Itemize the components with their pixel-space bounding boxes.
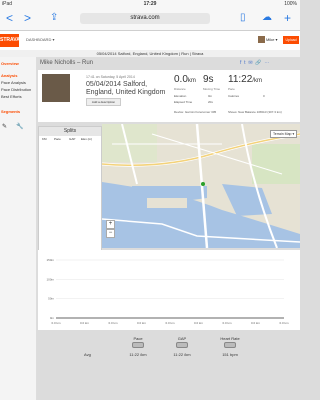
y-tick-label: 100m: [46, 277, 54, 281]
page-tab-title: 05/04/2014 Salford, England, United King…: [0, 50, 300, 58]
splits-col-pace: Pace: [54, 137, 61, 141]
avg-hr-value: 151 bpm: [222, 352, 238, 357]
status-bar: iPad 17:29 100%: [0, 0, 300, 9]
user-menu[interactable]: Mike ▾: [266, 37, 278, 42]
sidebar-item-analysis[interactable]: Analysis: [1, 73, 17, 78]
page-title-text: 05/04/2014 Salford, England, United King…: [96, 51, 204, 56]
back-icon[interactable]: <: [6, 11, 13, 25]
activity-name[interactable]: 05/04/2014 Salford, England, United King…: [86, 81, 168, 97]
shoes-info: Shoes: New Balance 1080v3 (307.3 km): [228, 110, 282, 114]
pace-value: 11:22/km: [228, 74, 262, 85]
more-icon[interactable]: ⋯: [264, 60, 269, 66]
y-tick-label: 50m: [48, 297, 54, 301]
y-tick-label: 150m: [46, 258, 54, 262]
edit-icon[interactable]: ✎: [2, 123, 7, 130]
twitter-icon[interactable]: t: [244, 60, 245, 66]
splits-col-elev: Elev (m): [81, 137, 93, 141]
x-tick-label: 0.0 km: [279, 321, 289, 325]
zoom-out-button[interactable]: −: [106, 229, 115, 238]
legend-gap-label: GAP: [177, 336, 187, 341]
sidebar-item-overview[interactable]: Overview: [1, 61, 19, 66]
x-tick-label: 0.0 km: [165, 321, 175, 325]
bookmarks-icon[interactable]: ▯: [240, 11, 246, 25]
share-icon[interactable]: ⇪: [50, 11, 58, 25]
sidebar-item-pace-distribution[interactable]: Pace Distribution: [1, 87, 31, 92]
moving-time-label: Moving Time: [203, 87, 221, 91]
splits-header-row: KM Pace GAP Elev (m): [39, 137, 101, 143]
sidebar-item-segments[interactable]: Segments: [1, 109, 20, 114]
elevation-value: 0m: [208, 94, 213, 98]
site-header: STRAVA DASHBOARD ▾ Mike ▾ Upload: [0, 31, 300, 51]
avatar[interactable]: [258, 36, 265, 43]
route-map[interactable]: Terrain Map ▾ + −: [102, 124, 300, 248]
legend-pace[interactable]: Pace: [123, 336, 153, 349]
sidebar-item-best-efforts[interactable]: Best Efforts: [1, 94, 22, 99]
browser-toolbar: < > ⇪ strava.com ▯ ☁ +: [0, 9, 300, 31]
share-buttons: f t ✉ 🔗 ⋯: [240, 60, 269, 66]
avg-gap-value: 11:22 /km: [173, 352, 191, 357]
facebook-icon[interactable]: f: [240, 60, 241, 66]
forward-icon[interactable]: >: [24, 11, 31, 25]
legend-heart-rate[interactable]: Heart Rate: [212, 336, 248, 349]
splits-title: Splits: [39, 127, 101, 136]
toggle-icon[interactable]: [132, 342, 144, 348]
terrain-map-dropdown[interactable]: Terrain Map ▾: [270, 130, 298, 138]
clock: 17:29: [143, 1, 157, 7]
url-bar[interactable]: strava.com: [80, 13, 210, 24]
add-description-button[interactable]: Add a description: [86, 98, 121, 106]
athlete-photo[interactable]: [42, 74, 70, 102]
sidebar: Overview Analysis Pace Analysis Pace Dis…: [0, 57, 37, 400]
battery-level: 100%: [284, 1, 297, 7]
calories-value: 0: [263, 94, 265, 98]
distance-value: 0.0km: [174, 74, 196, 85]
map-graphic: [102, 124, 300, 248]
toggle-icon[interactable]: [224, 342, 236, 348]
x-tick-label: 0.0 km: [222, 321, 232, 325]
wrench-icon[interactable]: 🔧: [16, 123, 23, 130]
device-info: Device: Garmin Forerunner 305: [174, 110, 217, 114]
activity-heading: Mike Nicholls – Run: [40, 60, 94, 66]
x-tick-label: 0.0 km: [194, 321, 204, 325]
email-icon[interactable]: ✉: [248, 60, 252, 66]
pace-label: Pace: [228, 87, 235, 91]
elevation-chart: 150m 100m 50m 0m 0.0 km 0.0 km 0.0 km 0.0 km 0.0…: [38, 250, 300, 330]
y-tick-label: 0m: [50, 316, 55, 320]
toggle-icon[interactable]: [176, 342, 188, 348]
x-tick-label: 0.0 km: [51, 321, 61, 325]
dashboard-menu[interactable]: DASHBOARD ▾: [26, 37, 54, 42]
calories-label: Calories: [228, 94, 240, 98]
distance-label: Distance: [174, 87, 186, 91]
sidebar-item-pace-analysis[interactable]: Pace Analysis: [1, 80, 26, 85]
elapsed-label: Elapsed Time: [174, 100, 193, 104]
elapsed-value: 20s: [208, 100, 213, 104]
avg-pace-value: 11:22 /km: [129, 352, 147, 357]
splits-panel: Splits KM Pace GAP Elev (m): [38, 126, 102, 254]
cloud-tabs-icon[interactable]: ☁: [262, 11, 272, 25]
elevation-label: Elevation: [174, 94, 187, 98]
link-icon[interactable]: 🔗: [255, 60, 261, 66]
splits-col-gap: GAP: [69, 137, 76, 141]
x-tick-label: 0.0 km: [80, 321, 90, 325]
new-tab-icon[interactable]: +: [284, 11, 291, 25]
legend-gap[interactable]: GAP: [167, 336, 197, 349]
x-tick-label: 0.0 km: [251, 321, 261, 325]
avg-label: Avg: [84, 352, 91, 357]
legend-pace-label: Pace: [133, 336, 143, 341]
zoom-in-button[interactable]: +: [106, 220, 115, 229]
x-tick-label: 0.0 km: [108, 321, 118, 325]
upload-button[interactable]: Upload: [283, 36, 299, 44]
strava-logo[interactable]: STRAVA: [0, 34, 20, 47]
legend-hr-label: Heart Rate: [220, 336, 240, 341]
moving-time-value: 9s: [203, 74, 214, 85]
x-tick-label: 0.0 km: [137, 321, 147, 325]
elevation-chart-svg: 150m100m50m0m0.0 km 0.0 km 0.0 km 0.0 km 0.0…: [46, 258, 289, 325]
splits-col-km: KM: [42, 137, 47, 141]
activity-date: 17:41 on Saturday, 5 April 2014: [86, 75, 135, 79]
activity-summary-card: 17:41 on Saturday, 5 April 2014 05/04/20…: [38, 70, 300, 122]
